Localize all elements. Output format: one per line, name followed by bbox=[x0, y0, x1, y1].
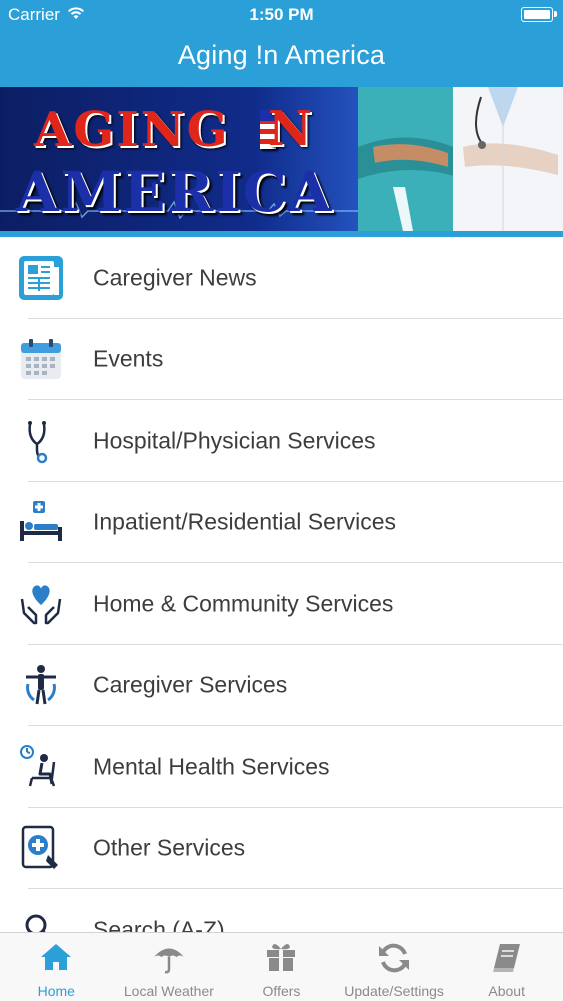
menu-item-label: Mental Health Services bbox=[93, 753, 330, 780]
tab-about[interactable]: About bbox=[450, 933, 563, 1001]
home-icon bbox=[41, 944, 72, 970]
tab-label: Update/Settings bbox=[344, 983, 444, 999]
menu-item-inpatient-residential[interactable]: Inpatient/Residential Services bbox=[0, 482, 563, 563]
hospital-bed-icon bbox=[20, 501, 62, 542]
menu-item-label: Inpatient/Residential Services bbox=[93, 508, 396, 535]
tab-home[interactable]: Home bbox=[0, 933, 113, 1001]
heart-hands-icon bbox=[20, 585, 62, 624]
tab-label: Offers bbox=[262, 983, 301, 999]
tablet-plus-icon bbox=[21, 826, 58, 870]
stethoscope-icon bbox=[28, 420, 48, 463]
menu-item-home-community[interactable]: Home & Community Services bbox=[0, 563, 563, 645]
menu-item-label: Other Services bbox=[93, 834, 246, 861]
gift-icon bbox=[267, 943, 296, 971]
banner-word-aging: AGING bbox=[34, 102, 230, 158]
refresh-icon bbox=[379, 943, 410, 973]
tab-update-settings[interactable]: Update/Settings bbox=[338, 933, 451, 1001]
menu-item-label: Caregiver Services bbox=[93, 671, 288, 698]
umbrella-icon bbox=[153, 948, 184, 974]
battery-icon bbox=[521, 7, 557, 22]
menu-item-label: Hospital/Physician Services bbox=[93, 427, 376, 454]
services-menu: Caregiver News Events Hospital/Physician… bbox=[0, 237, 563, 971]
newspaper-icon bbox=[19, 255, 63, 300]
book-icon bbox=[492, 944, 520, 972]
tab-offers[interactable]: Offers bbox=[225, 933, 338, 1001]
tab-label: Home bbox=[37, 983, 75, 999]
menu-item-other-services[interactable]: Other Services bbox=[0, 808, 563, 889]
tab-label: About bbox=[488, 983, 525, 999]
tab-bar: Home Local Weather Offers Update/Setting… bbox=[0, 932, 563, 1001]
tab-local-weather[interactable]: Local Weather bbox=[113, 933, 226, 1001]
menu-item-events[interactable]: Events bbox=[0, 319, 563, 400]
menu-item-label: Home & Community Services bbox=[93, 590, 394, 617]
calendar-icon bbox=[21, 339, 61, 380]
navigation-bar: Carrier 1:50 PM Aging !n America bbox=[0, 0, 563, 87]
doctors-photo bbox=[358, 87, 563, 231]
status-bar: Carrier 1:50 PM bbox=[0, 0, 563, 30]
therapy-chair-icon bbox=[20, 744, 56, 787]
page-title: Aging !n America bbox=[177, 40, 386, 70]
menu-item-caregiver-services[interactable]: Caregiver Services bbox=[0, 645, 563, 726]
status-time: 1:50 PM bbox=[249, 5, 314, 24]
menu-item-mental-health[interactable]: Mental Health Services bbox=[0, 726, 563, 808]
menu-item-hospital-physician[interactable]: Hospital/Physician Services bbox=[0, 400, 563, 482]
menu-item-caregiver-news[interactable]: Caregiver News bbox=[0, 237, 563, 319]
menu-item-label: Events bbox=[93, 345, 164, 372]
banner-word-n: N bbox=[268, 101, 314, 157]
person-care-icon bbox=[26, 665, 56, 705]
header-banner: AGING N AMERICA bbox=[0, 87, 563, 231]
tab-label: Local Weather bbox=[123, 983, 214, 999]
banner-word-america: AMERICA bbox=[16, 159, 334, 224]
menu-item-label: Caregiver News bbox=[93, 264, 257, 291]
